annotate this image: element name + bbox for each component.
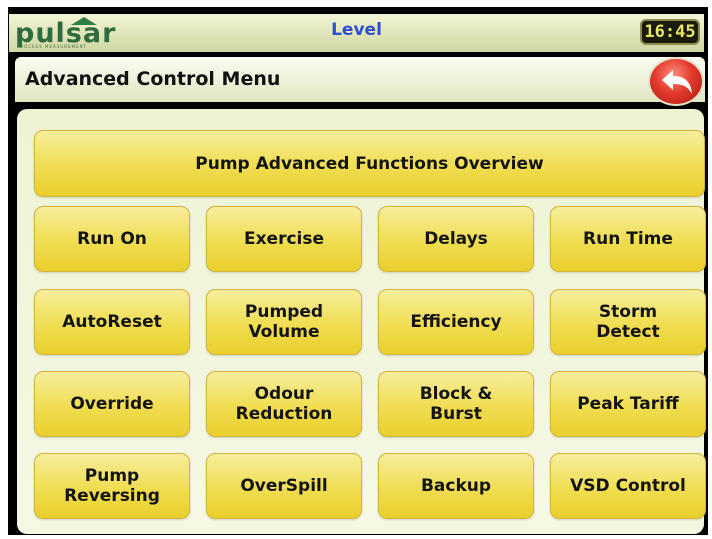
back-arrow-icon [662, 70, 692, 94]
overspill-label: OverSpill [240, 476, 328, 496]
logo-subtext: PROCESS MEASUREMENT [17, 44, 87, 49]
efficiency-button[interactable]: Efficiency [378, 289, 534, 355]
delays-button[interactable]: Delays [378, 206, 534, 272]
storm-detect-button[interactable]: Storm Detect [550, 289, 706, 355]
peak-tariff-label: Peak Tariff [577, 394, 679, 414]
odour-reduction-label: Odour Reduction [235, 384, 333, 424]
exercise-label: Exercise [243, 229, 325, 249]
block-burst-button[interactable]: Block & Burst [378, 371, 534, 437]
delays-label: Delays [424, 229, 488, 249]
backup-label: Backup [420, 476, 492, 496]
peak-tariff-button[interactable]: Peak Tariff [550, 371, 706, 437]
run-on-label: Run On [77, 229, 147, 249]
pumped-volume-button[interactable]: Pumped Volume [206, 289, 362, 355]
overspill-button[interactable]: OverSpill [206, 453, 362, 519]
override-label: Override [70, 394, 154, 414]
pump-reversing-label: Pump Reversing [64, 466, 160, 506]
page-title: Advanced Control Menu [25, 68, 281, 90]
pumped-volume-label: Pumped Volume [244, 302, 324, 342]
run-on-button[interactable]: Run On [34, 206, 190, 272]
override-button[interactable]: Override [34, 371, 190, 437]
vsd-control-label: VSD Control [570, 476, 686, 496]
pump-advanced-overview-button[interactable]: Pump Advanced Functions Overview [34, 130, 705, 197]
block-burst-label: Block & Burst [419, 384, 493, 424]
vsd-control-button[interactable]: VSD Control [550, 453, 706, 519]
backup-button[interactable]: Backup [378, 453, 534, 519]
storm-detect-label: Storm Detect [596, 302, 660, 342]
top-status-bar: pulsar PROCESS MEASUREMENT Level 16:45 [9, 14, 704, 52]
overview-button-label: Pump Advanced Functions Overview [195, 153, 544, 174]
run-time-button[interactable]: Run Time [550, 206, 706, 272]
autoreset-label: AutoReset [62, 312, 162, 332]
screen-title: Level [331, 20, 382, 40]
efficiency-label: Efficiency [410, 312, 502, 332]
autoreset-button[interactable]: AutoReset [34, 289, 190, 355]
exercise-button[interactable]: Exercise [206, 206, 362, 272]
back-button[interactable] [648, 57, 704, 106]
clock-display: 16:45 [640, 19, 700, 45]
menu-header: Advanced Control Menu [15, 57, 705, 102]
odour-reduction-button[interactable]: Odour Reduction [206, 371, 362, 437]
pump-reversing-button[interactable]: Pump Reversing [34, 453, 190, 519]
run-time-label: Run Time [583, 229, 673, 249]
